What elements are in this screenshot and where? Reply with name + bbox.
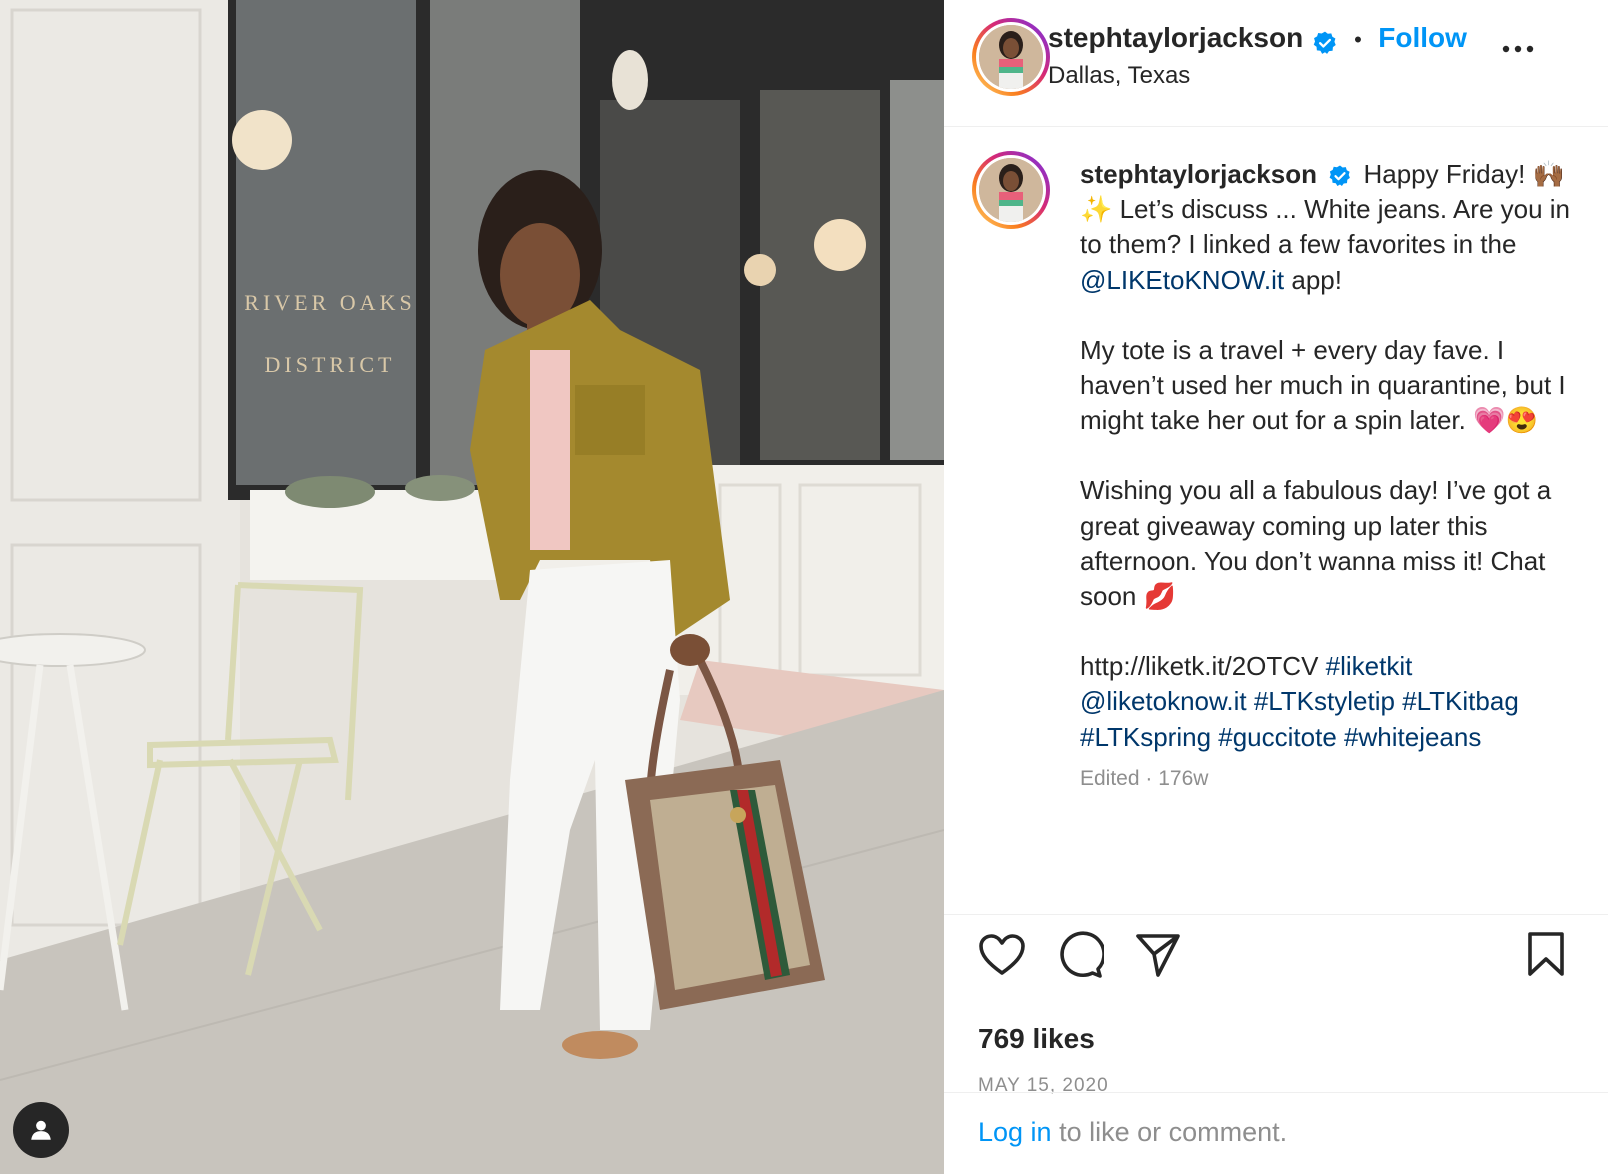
- bookmark-icon: [1528, 932, 1564, 976]
- caption-paragraph-3: Wishing you all a fabulous day! I’ve got…: [1080, 475, 1552, 612]
- post-author-username[interactable]: stephtaylorjackson: [1048, 22, 1303, 53]
- post-photo[interactable]: RIVER OAKS DISTRICT: [0, 0, 944, 1174]
- sign-line-1: RIVER OAKS: [244, 290, 415, 315]
- login-link[interactable]: Log in: [978, 1117, 1052, 1147]
- post-header: stephtaylorjackson • Follow Dallas, Texa…: [944, 0, 1608, 127]
- hashtag-guccitote[interactable]: #guccitote: [1218, 722, 1337, 752]
- caption-area: stephtaylorjackson Happy Friday! 🙌🏾✨ Let…: [944, 127, 1608, 913]
- comment-icon: [1060, 931, 1106, 978]
- caption-avatar[interactable]: [972, 151, 1050, 229]
- hashtag-ltkstyletip[interactable]: #LTKstyletip: [1254, 686, 1395, 716]
- header-separator: •: [1354, 27, 1362, 52]
- follow-button[interactable]: Follow: [1378, 22, 1467, 53]
- login-prompt: Log in to like or comment.: [944, 1092, 1608, 1175]
- comment-button[interactable]: [1056, 931, 1106, 984]
- hashtag-liketkit[interactable]: #liketkit: [1326, 651, 1413, 681]
- caption-intro-tail: app!: [1291, 264, 1342, 295]
- tagged-people-button[interactable]: [13, 1102, 69, 1158]
- hashtag-ltkitbag[interactable]: #LTKitbag: [1402, 686, 1519, 716]
- hashtag-whitejeans[interactable]: #whitejeans: [1344, 722, 1481, 752]
- more-options-button[interactable]: [1501, 42, 1535, 60]
- post-location[interactable]: Dallas, Texas: [1048, 62, 1190, 90]
- likes-count[interactable]: 769 likes: [978, 1023, 1095, 1055]
- save-button[interactable]: [1526, 931, 1566, 982]
- more-icon: [1502, 45, 1534, 53]
- like-button[interactable]: [978, 933, 1026, 982]
- heart-icon: [979, 934, 1025, 975]
- share-button[interactable]: [1134, 931, 1182, 984]
- verified-badge-icon: [1313, 31, 1336, 54]
- avatar[interactable]: [972, 18, 1050, 96]
- caption-url: http://liketk.it/2OTCV: [1080, 651, 1319, 682]
- share-icon: [1136, 934, 1180, 977]
- mention-liketoknow-app[interactable]: @LIKEtoKNOW.it: [1080, 265, 1284, 295]
- caption-paragraph-2: My tote is a travel + every day fave. I …: [1080, 334, 1566, 436]
- post-photo-illustration: RIVER OAKS DISTRICT: [0, 0, 944, 1174]
- post-side-panel: stephtaylorjackson • Follow Dallas, Texa…: [944, 0, 1608, 1174]
- caption-edited-time: Edited · 176w: [1080, 766, 1209, 790]
- hashtag-ltkspring[interactable]: #LTKspring: [1080, 722, 1211, 752]
- login-prompt-text: to like or comment.: [1051, 1117, 1288, 1147]
- person-icon: [31, 1120, 51, 1140]
- mention-liketoknow[interactable]: @liketoknow.it: [1080, 686, 1247, 716]
- caption-username[interactable]: stephtaylorjackson: [1080, 159, 1317, 189]
- post-caption: stephtaylorjackson Happy Friday! 🙌🏾✨ Let…: [1080, 157, 1580, 796]
- sign-line-2: DISTRICT: [265, 352, 396, 377]
- verified-badge-icon: [1329, 165, 1351, 187]
